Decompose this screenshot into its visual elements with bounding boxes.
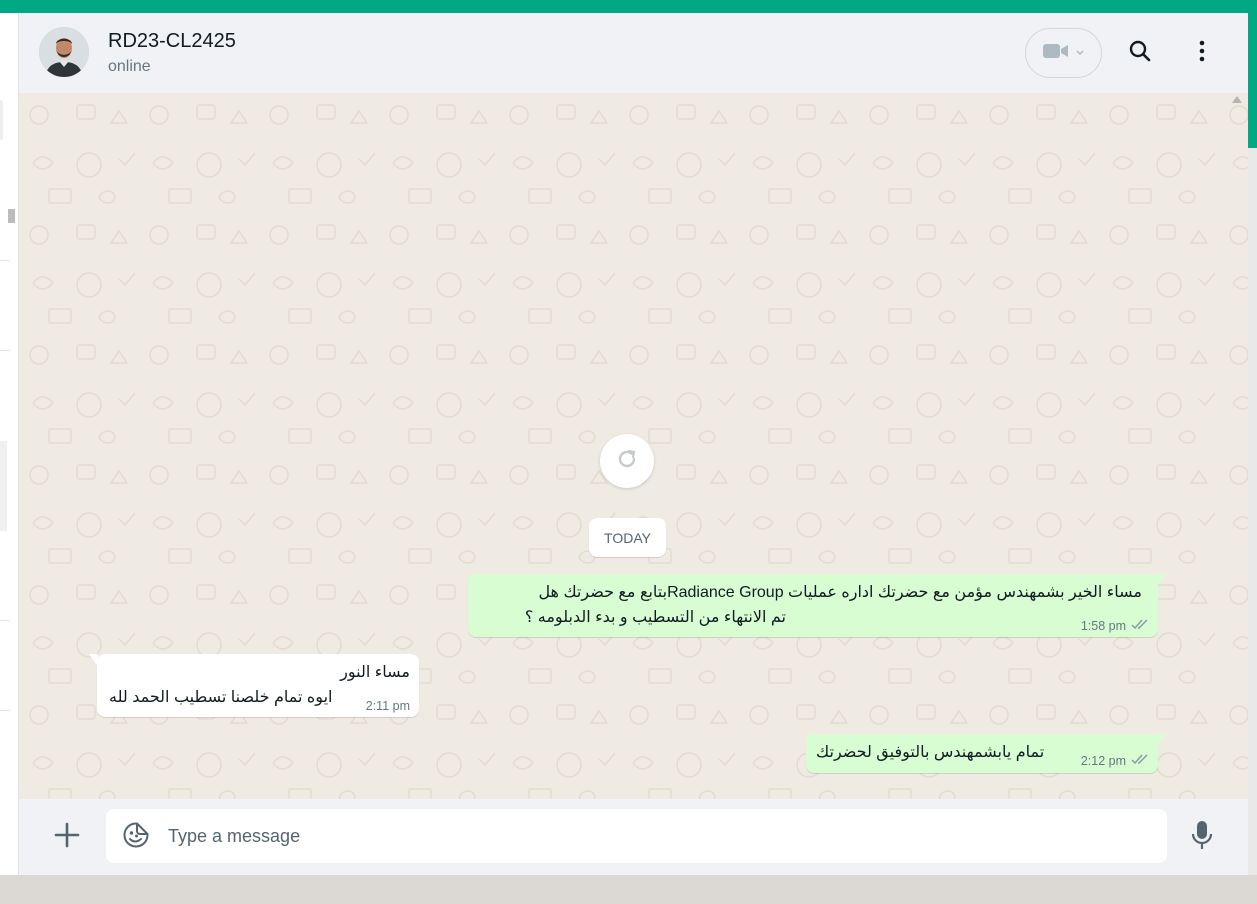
emoji-button[interactable] [120,821,152,853]
menu-button[interactable] [1182,33,1222,73]
list-divider [0,620,10,621]
chat-header[interactable]: RD23-CL2425 online [19,13,1248,93]
sidebar-scrollbar[interactable] [8,209,15,223]
message-text-line: مساء الخير بشمهندس مؤمن مع حضرتك اداره ع… [538,584,1142,601]
message-time: 2:11 pm [365,699,410,713]
more-vertical-icon [1199,40,1205,67]
selected-chat-edge [0,441,7,531]
attach-button[interactable] [47,817,87,857]
message-outgoing[interactable]: تمام يابشمهندس بالتوفيق لحضرتك 2:12 pm [806,734,1166,773]
list-divider [0,350,10,351]
window-bottom-edge [0,875,1257,904]
window-edge [1248,148,1257,875]
contact-status: online [108,58,151,75]
message-text-line: تم الانتهاء من التسطيب و بدء الدبلومه ؟ [524,609,786,626]
video-camera-icon [1042,43,1069,64]
message-incoming[interactable]: مساء النور ايوه تمام خلصنا تسطيب الحمد ل… [89,654,419,717]
chat-scrollbar[interactable] [1232,96,1242,103]
message-input-box[interactable] [106,809,1167,863]
refresh-icon [615,447,639,476]
message-meta: 2:11 pm [366,699,410,713]
app-top-bar [0,0,1257,13]
bubble-tail [1157,574,1166,587]
window-edge-accent [1248,13,1257,148]
date-separator: TODAY [589,518,666,557]
search-button[interactable] [1120,33,1160,73]
microphone-icon [1191,820,1213,855]
list-divider [0,260,10,261]
message-meta: 1:58 pm [1081,619,1149,633]
message-input[interactable] [168,809,1148,863]
search-icon [1128,39,1152,68]
bubble-tail [1157,734,1166,747]
contact-name[interactable]: RD23-CL2425 [108,30,236,53]
message-meta: 2:12 pm [1081,754,1149,768]
chat-list-sidebar-edge[interactable] [0,13,19,875]
list-divider [0,710,10,711]
message-composer [19,799,1248,875]
load-more-spinner[interactable] [600,434,654,488]
double-check-icon [1131,754,1149,768]
search-field-edge [0,100,3,140]
message-list[interactable]: TODAY مساء الخير بشمهندس مؤمن مع حضرتك ا… [19,93,1248,799]
sticker-smiley-icon [122,821,150,854]
chevron-down-icon [1075,44,1085,62]
message-time: 2:12 pm [1080,754,1126,768]
avatar[interactable] [39,27,89,77]
message-outgoing[interactable]: مساء الخير بشمهندس مؤمن مع حضرتك اداره ع… [468,574,1166,637]
double-check-icon [1131,619,1149,633]
message-text-line: مساء النور [340,664,410,681]
message-time: 1:58 pm [1080,619,1126,633]
message-text-line: تمام يابشمهندس بالتوفيق لحضرتك [816,744,1045,761]
video-call-button[interactable] [1025,28,1102,78]
plus-icon [54,822,80,853]
message-text-line: ايوه تمام خلصنا تسطيب الحمد لله [109,689,333,706]
voice-message-button[interactable] [1182,817,1222,857]
bubble-tail [89,654,98,667]
